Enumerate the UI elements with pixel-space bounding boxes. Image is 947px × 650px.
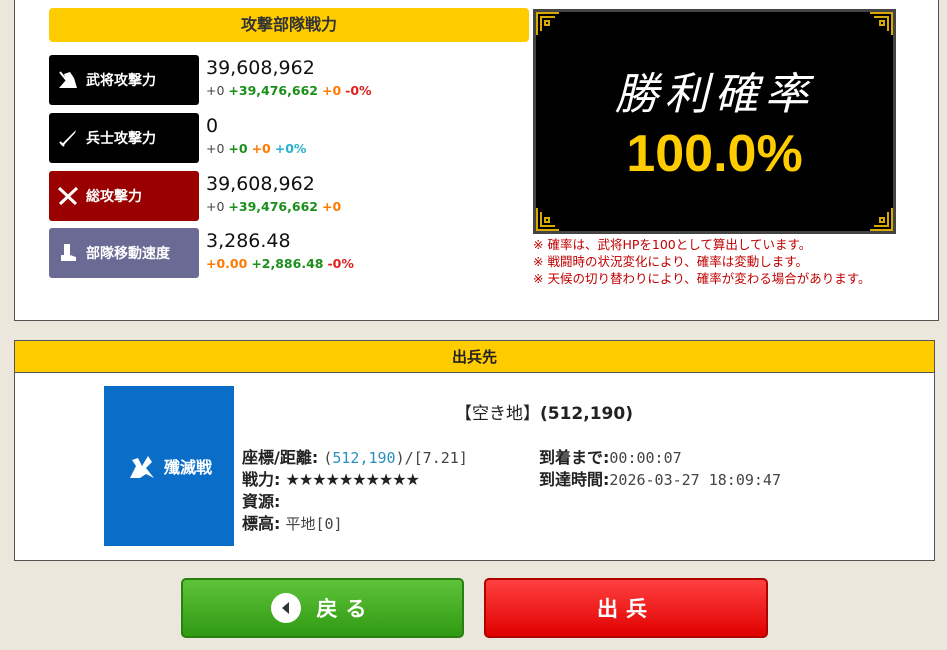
destination-image-label: 殲滅戦 xyxy=(163,458,212,477)
back-arrow-icon xyxy=(270,593,301,623)
stat-row-total-attack: 総攻撃力 39,608,962 +0 +39,476,662 +0 xyxy=(49,171,529,221)
arrive-at-value: 2026-03-27 18:09:47 xyxy=(609,471,781,489)
probability-notes: ※ 確率は、武将HPを100として算出しています。 ※ 戦闘時の状況変化により、… xyxy=(533,236,870,287)
move-speed-breakdown: +0.00 +2,886.48 -0% xyxy=(206,256,354,271)
breakdown-bonus: +39,476,662 xyxy=(228,83,318,98)
corner-ornament-icon xyxy=(536,12,559,35)
elevation-row: 標高: 平地[0] xyxy=(242,513,343,535)
sword-icon xyxy=(55,125,81,151)
soldier-attack-badge: 兵士攻撃力 xyxy=(49,113,199,163)
dispatch-button[interactable]: 出兵 xyxy=(484,578,768,638)
elevation-value: 平地[0] xyxy=(285,515,343,533)
note-line: ※ 天候の切り替わりにより、確率が変わる場合があります。 xyxy=(533,271,871,286)
corner-ornament-icon xyxy=(870,208,893,231)
soldier-attack-label: 兵士攻撃力 xyxy=(86,131,156,147)
breakdown-extra: +0 xyxy=(251,141,271,156)
power-stars: ★★★★★★★★★★ xyxy=(285,470,420,489)
arrive-at-row: 到達時間:2026-03-27 18:09:47 xyxy=(539,469,781,491)
arrive-at-label: 到達時間: xyxy=(539,470,610,489)
breakdown-base: +0 xyxy=(206,199,225,214)
destination-coord: (512,190) xyxy=(540,404,633,424)
attack-title: 攻撃部隊戦力 xyxy=(49,8,529,42)
destination-panel: 出兵先 殲滅戦 【空き地】(512,190) 座標/距離: (512,190)/… xyxy=(14,340,935,561)
move-speed-value: 3,286.48 xyxy=(206,230,291,252)
breakdown-base: +0 xyxy=(206,141,225,156)
stat-row-move-speed: 部隊移動速度 3,286.48 +0.00 +2,886.48 -0% xyxy=(49,228,529,278)
corner-ornament-icon xyxy=(870,12,893,35)
win-probability-title: 勝利確率 xyxy=(614,69,815,120)
general-attack-label: 武将攻撃力 xyxy=(86,73,156,89)
stat-row-soldier-attack: 兵士攻撃力 0 +0 +0 +0 +0% xyxy=(49,113,529,163)
breakdown-extra: +0 xyxy=(321,199,342,214)
resource-label: 資源: xyxy=(242,492,281,511)
general-attack-value: 39,608,962 xyxy=(206,57,315,79)
breakdown-base: +0.00 xyxy=(206,256,248,271)
resource-row: 資源: xyxy=(242,491,280,513)
boot-icon xyxy=(55,240,81,266)
note-line: ※ 確率は、武将HPを100として算出しています。 xyxy=(533,237,812,252)
breakdown-bonus: +39,476,662 xyxy=(228,199,318,214)
destination-type: 【空き地】 xyxy=(455,404,540,424)
coord-link[interactable]: 512,190 xyxy=(332,449,395,467)
general-attack-breakdown: +0 +39,476,662 +0 -0% xyxy=(206,83,372,98)
move-speed-label: 部隊移動速度 xyxy=(86,246,170,262)
corner-ornament-icon xyxy=(536,208,559,231)
power-row: 戦力: ★★★★★★★★★★ xyxy=(242,469,420,491)
coord-distance: 座標/距離: (512,190)/[7.21] xyxy=(242,447,468,469)
total-attack-value: 39,608,962 xyxy=(206,173,315,195)
soldier-attack-breakdown: +0 +0 +0 +0% xyxy=(206,141,306,156)
soldier-attack-value: 0 xyxy=(206,115,219,137)
crossed-swords-icon xyxy=(55,183,81,209)
note-line: ※ 戦闘時の状況変化により、確率は変動します。 xyxy=(533,254,808,269)
total-attack-badge: 総攻撃力 xyxy=(49,171,199,221)
breakdown-percent: -0% xyxy=(327,256,354,271)
win-probability-box: 勝利確率 100.0% xyxy=(533,9,896,234)
arrive-in-row: 到着まで:00:00:07 xyxy=(539,447,682,469)
arrive-in-value: 00:00:07 xyxy=(609,449,682,467)
general-icon xyxy=(55,67,81,93)
breakdown-extra: +0 xyxy=(321,83,342,98)
total-attack-label: 総攻撃力 xyxy=(86,189,142,205)
destination-image: 殲滅戦 xyxy=(104,386,234,546)
breakdown-percent: +0% xyxy=(274,141,307,156)
win-probability-value: 100.0% xyxy=(626,125,803,183)
dispatch-button-label: 出兵 xyxy=(597,597,655,621)
breakdown-percent: -0% xyxy=(345,83,372,98)
total-attack-breakdown: +0 +39,476,662 +0 xyxy=(206,199,341,214)
destination-header: 出兵先 xyxy=(15,341,934,373)
back-button[interactable]: 戻る xyxy=(181,578,464,638)
destination-name: 【空き地】(512,190) xyxy=(455,399,633,424)
stat-row-general-attack: 武将攻撃力 39,608,962 +0 +39,476,662 +0 -0% xyxy=(49,55,529,105)
breakdown-bonus: +0 xyxy=(228,141,248,156)
power-label: 戦力: xyxy=(242,470,281,489)
back-button-label: 戻る xyxy=(316,597,375,621)
general-attack-badge: 武将攻撃力 xyxy=(49,55,199,105)
coord-label: 座標/距離: xyxy=(242,448,319,467)
breakdown-bonus: +2,886.48 xyxy=(251,256,324,271)
move-speed-badge: 部隊移動速度 xyxy=(49,228,199,278)
arrive-in-label: 到着まで: xyxy=(539,448,610,467)
breakdown-base: +0 xyxy=(206,83,225,98)
distance-value: )/[7.21] xyxy=(395,449,468,467)
elevation-label: 標高: xyxy=(242,514,281,533)
warriors-icon xyxy=(129,456,154,478)
